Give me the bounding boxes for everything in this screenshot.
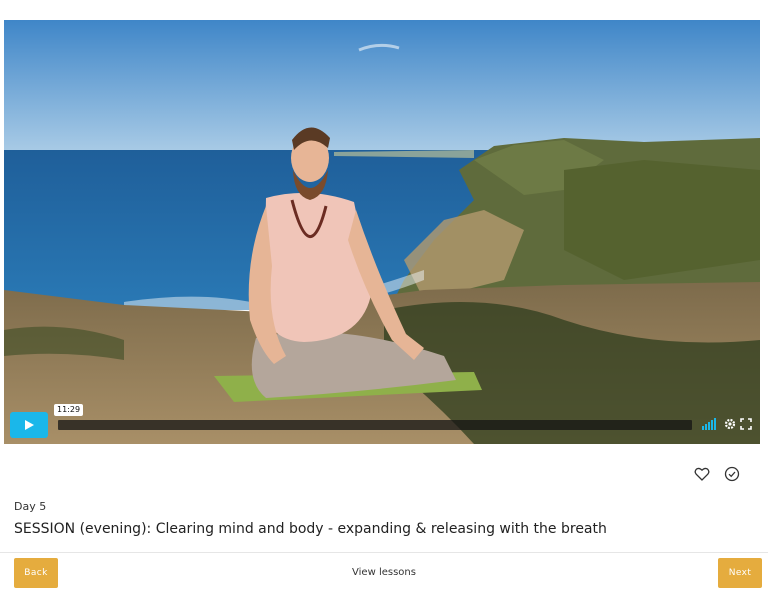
divider	[0, 552, 768, 553]
lesson-day: Day 5	[14, 500, 47, 513]
lesson-title: SESSION (evening): Clearing mind and bod…	[14, 521, 607, 537]
lesson-actions	[694, 466, 740, 482]
play-button[interactable]	[10, 412, 48, 438]
video-timecode: 11:29	[54, 404, 84, 416]
progress-bar[interactable]	[58, 420, 692, 430]
settings-icon[interactable]	[724, 418, 736, 430]
view-lessons-link[interactable]: View lessons	[0, 567, 768, 578]
next-button[interactable]: Next	[718, 558, 762, 588]
video-controls: 11:29	[4, 404, 760, 444]
heart-icon[interactable]	[694, 466, 710, 482]
video-player[interactable]: 11:29	[4, 20, 760, 444]
fullscreen-icon[interactable]	[740, 418, 752, 430]
play-icon	[25, 420, 34, 430]
volume-icon[interactable]	[702, 418, 716, 430]
check-circle-icon[interactable]	[724, 466, 740, 482]
video-frame	[4, 20, 760, 444]
